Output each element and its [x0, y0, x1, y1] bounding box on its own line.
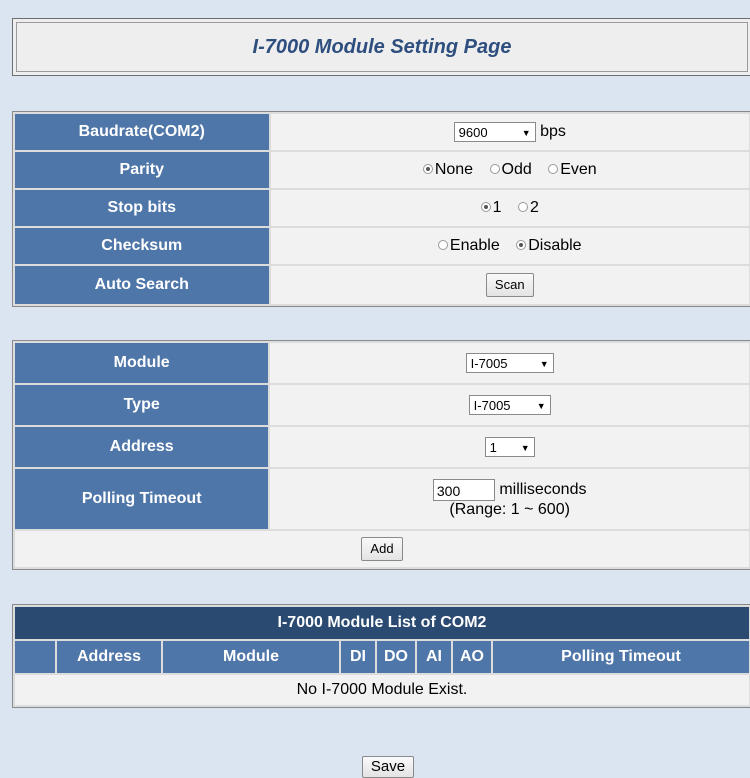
polling-timeout-range: (Range: 1 ~ 600): [449, 501, 570, 518]
column-header-di: DI: [341, 641, 375, 673]
column-header-ao: AO: [453, 641, 491, 673]
polling-timeout-unit: milliseconds: [499, 481, 587, 499]
add-button[interactable]: Add: [361, 537, 403, 561]
page-title: I-7000 Module Setting Page: [252, 36, 512, 58]
polling-timeout-input[interactable]: 300: [432, 479, 495, 501]
address-label: Address: [15, 427, 269, 467]
type-select[interactable]: I-7005 ▼: [468, 395, 551, 415]
column-header-blank: [15, 641, 55, 673]
polling-timeout-cell: 300 milliseconds (Range: 1 ~ 600): [270, 469, 749, 529]
com-settings-table: Baudrate(COM2) 9600 ▼ bps Parity None Odd…: [12, 111, 750, 307]
save-area: Save: [0, 756, 750, 778]
type-cell: I-7005 ▼: [270, 385, 749, 425]
module-list-empty-message: No I-7000 Module Exist.: [15, 675, 749, 705]
checksum-enable-option[interactable]: Enable: [437, 237, 500, 254]
module-select[interactable]: I-7005 ▼: [465, 353, 554, 373]
stop-bits-2-option[interactable]: 2: [517, 199, 539, 216]
checksum-cell: Enable Disable: [270, 228, 749, 264]
auto-search-label: Auto Search: [15, 266, 269, 304]
chevron-down-icon: ▼: [536, 401, 546, 411]
radio-icon[interactable]: [517, 201, 528, 212]
chevron-down-icon: ▼: [521, 128, 531, 138]
parity-label: Parity: [15, 152, 269, 188]
column-header-polling-timeout: Polling Timeout: [493, 641, 749, 673]
baudrate-cell: 9600 ▼ bps: [270, 114, 749, 150]
module-list-table: I-7000 Module List of COM2 Address Modul…: [12, 604, 750, 708]
radio-selected-icon[interactable]: [516, 239, 527, 250]
auto-search-cell: Scan: [270, 266, 749, 304]
column-header-address: Address: [57, 641, 161, 673]
module-list-header: Address Module DI DO AI AO Polling Timeo…: [15, 641, 749, 673]
module-list-title: I-7000 Module List of COM2: [15, 607, 749, 639]
column-header-do: DO: [377, 641, 415, 673]
polling-timeout-label: Polling Timeout: [15, 469, 269, 529]
stop-bits-label: Stop bits: [15, 190, 269, 226]
chevron-down-icon: ▼: [539, 359, 549, 369]
module-cell: I-7005 ▼: [270, 343, 749, 383]
radio-icon[interactable]: [437, 239, 448, 250]
checksum-disable-option[interactable]: Disable: [516, 237, 582, 254]
module-settings-table: Module I-7005 ▼ Type I-7005 ▼ Address 1 ▼ P…: [12, 340, 750, 570]
baudrate-label: Baudrate(COM2): [15, 114, 269, 150]
column-header-ai: AI: [417, 641, 451, 673]
radio-icon[interactable]: [489, 163, 500, 174]
radio-selected-icon[interactable]: [422, 163, 433, 174]
parity-odd-option[interactable]: Odd: [489, 161, 532, 178]
radio-selected-icon[interactable]: [480, 201, 491, 212]
column-header-module: Module: [163, 641, 339, 673]
checksum-label: Checksum: [15, 228, 269, 264]
baudrate-unit: bps: [540, 123, 566, 141]
module-label: Module: [15, 343, 269, 383]
parity-none-option[interactable]: None: [422, 161, 473, 178]
add-button-cell: Add: [15, 531, 749, 567]
parity-cell: None Odd Even: [270, 152, 749, 188]
stop-bits-1-option[interactable]: 1: [480, 199, 502, 216]
address-cell: 1 ▼: [270, 427, 749, 467]
address-select[interactable]: 1 ▼: [484, 437, 535, 457]
type-label: Type: [15, 385, 269, 425]
baudrate-select[interactable]: 9600 ▼: [453, 122, 536, 142]
stop-bits-cell: 1 2: [270, 190, 749, 226]
save-button[interactable]: Save: [361, 756, 415, 778]
radio-icon[interactable]: [548, 163, 559, 174]
page-title-box: I-7000 Module Setting Page: [12, 18, 750, 76]
chevron-down-icon: ▼: [520, 443, 530, 453]
scan-button[interactable]: Scan: [485, 273, 534, 297]
parity-even-option[interactable]: Even: [548, 161, 597, 178]
